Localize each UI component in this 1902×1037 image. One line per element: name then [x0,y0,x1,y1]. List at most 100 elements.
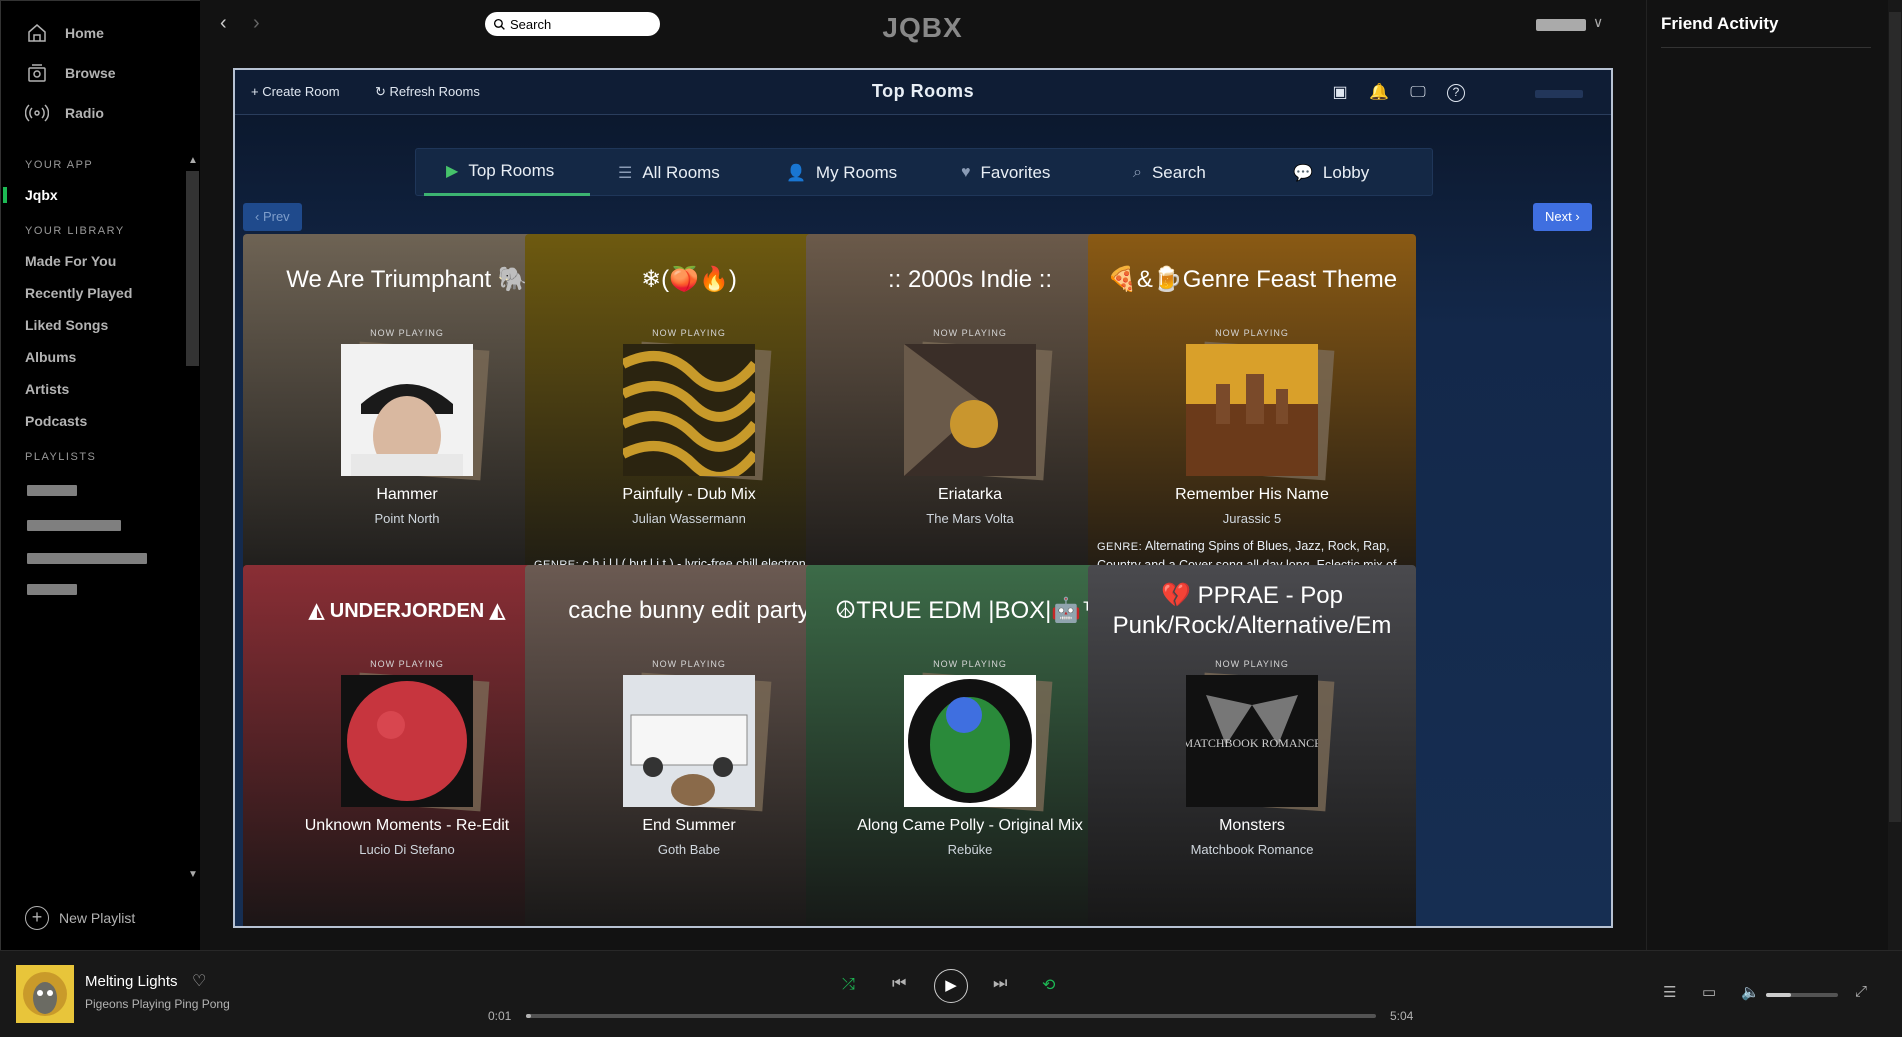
progress-fill [526,1014,532,1018]
now-playing-label: NOW PLAYING [370,659,444,669]
now-playing-label: NOW PLAYING [933,659,1007,669]
sidebar-scroll-thumb[interactable] [186,171,199,366]
now-playing-label: NOW PLAYING [933,328,1007,338]
sidebar-item-podcasts[interactable]: Podcasts [1,405,200,437]
prev-label: Prev [262,209,290,224]
now-playing-label: NOW PLAYING [652,328,726,338]
now-playing-label: NOW PLAYING [1215,328,1289,338]
nav-radio[interactable]: Radio [1,93,200,133]
volume-fill [1766,993,1792,997]
play-button[interactable]: ▶ [934,969,968,1003]
progress-bar[interactable] [526,1014,1376,1018]
song-title: Painfully - Dub Mix [622,486,756,503]
previous-track-icon[interactable]: ⏮ [892,975,906,993]
room-card[interactable]: ☮TRUE EDM |BOX|🤖™ NOW PLAYING Along Came P… [806,565,1134,926]
room-card[interactable]: We Are Triumphant 🐘 NOW PLAYING Hammer Poin… [243,234,571,620]
chevron-down-icon[interactable]: ∨ [1593,14,1603,31]
tab-favorites[interactable]: ♥ Favorites [961,149,1050,196]
volume-slider[interactable] [1766,993,1838,997]
sidebar-item-recently-played[interactable]: Recently Played [1,277,200,309]
album-art [623,344,755,476]
room-title[interactable]: 💔 PPRAE - Pop Punk/Rock/Alternative/Em [1088,581,1416,641]
room-title[interactable]: ◭ UNDERJORDEN ◭ [243,595,571,627]
sidebar-scrollbar[interactable]: ▲ ▼ [185,155,200,881]
room-title[interactable]: :: 2000s Indie :: [806,264,1134,296]
sidebar-item-liked-songs[interactable]: Liked Songs [1,309,200,341]
tab-all-rooms[interactable]: ☰ All Rooms [618,149,720,196]
song-artist: Goth Babe [657,842,721,857]
your-library-heading: YOUR LIBRARY [25,225,125,237]
monitor-icon[interactable]: 🖵 [1407,82,1429,104]
heart-icon[interactable]: ♡ [192,971,206,991]
tab-search[interactable]: ⌕ Search [1133,149,1206,196]
play-icon: ▶ [446,163,459,180]
song-title: Monsters [1219,817,1285,834]
friend-scrollbar[interactable] [1888,0,1902,950]
song-artist: Rebūke [947,842,993,857]
devices-icon[interactable]: ▭ [1702,983,1716,1001]
volume-icon[interactable]: 🔈 [1741,983,1760,1001]
now-playing-artist[interactable]: Pigeons Playing Ping Pong [85,997,230,1011]
tab-label: Lobby [1322,162,1370,182]
song-title: Unknown Moments - Re-Edit [304,817,510,834]
app-brand: JQBX [882,12,963,43]
friend-activity-panel: Friend Activity [1646,0,1902,950]
room-card[interactable]: 🍕&🍺Genre Feast Theme NOW PLAYING Remember … [1088,234,1416,620]
song-artist: Matchbook Romance [1190,842,1314,857]
album-art [341,675,473,807]
tab-lobby[interactable]: 💬 Lobby [1293,149,1369,196]
playlist-item[interactable] [27,553,147,564]
playlist-item[interactable] [27,520,121,531]
playlist-item[interactable] [27,485,77,496]
fullscreen-icon[interactable]: ⤢ [1855,983,1867,1000]
room-card[interactable]: ◭ UNDERJORDEN ◭ NOW PLAYING Unknown Moment… [243,565,571,926]
friend-scroll-thumb[interactable] [1889,12,1901,822]
room-card[interactable]: :: 2000s Indie :: NOW PLAYING Eriatarka The… [806,234,1134,620]
player-bar: Melting Lights ♡ Pigeons Playing Ping Po… [0,950,1902,1037]
next-track-icon[interactable]: ⏭ [993,975,1007,993]
user-name[interactable] [1536,19,1586,31]
room-title[interactable]: We Are Triumphant 🐘 [243,264,571,296]
your-app-heading: YOUR APP [25,159,94,171]
user-avatar[interactable] [1535,90,1583,98]
prev-button[interactable]: ‹ Prev [243,203,302,231]
tab-my-rooms[interactable]: 👤 My Rooms [786,149,897,196]
bell-icon[interactable]: 🔔 [1368,82,1390,104]
queue-icon[interactable]: ☰ [1663,983,1676,1001]
room-title[interactable]: 🍕&🍺Genre Feast Theme [1088,264,1416,296]
nav-home[interactable]: Home [1,13,200,53]
divider [1661,47,1871,48]
repeat-icon[interactable]: ⟲ [1042,975,1055,995]
song-artist: Point North [374,511,440,526]
search-icon: ⌕ [1133,163,1142,181]
sidebar-item-albums[interactable]: Albums [1,341,200,373]
room-card[interactable]: 💔 PPRAE - Pop Punk/Rock/Alternative/Em NO… [1088,565,1416,926]
shuffle-icon[interactable]: ⤮ [842,976,855,994]
contacts-icon[interactable]: ▣ [1329,82,1351,104]
room-card[interactable]: ❄(🍑🔥) NOW PLAYING Painfully - Dub Mix Julia… [525,234,853,620]
album-art: MATCHBOOK ROMANCE [1186,675,1318,807]
sidebar-item-jqbx[interactable]: Jqbx [1,179,200,211]
sidebar-item-made-for-you[interactable]: Made For You [1,245,200,277]
nav-browse[interactable]: Browse [1,53,200,93]
room-title[interactable]: ❄(🍑🔥) [525,264,853,296]
now-playing-cover[interactable] [16,965,74,1023]
sidebar: Home Browse Radio YOUR APP Jqbx YOUR LIB… [0,0,200,950]
scroll-up-icon[interactable]: ▲ [188,155,198,166]
room-title[interactable]: cache bunny edit party [525,595,853,627]
next-button[interactable]: Next › [1533,203,1592,231]
now-playing-title[interactable]: Melting Lights [85,973,178,990]
tab-label: My Rooms [815,162,898,182]
nav-browse-label: Browse [65,65,116,81]
scroll-down-icon[interactable]: ▼ [188,869,198,880]
jqbx-frame: + Create Room ↻ Refresh Rooms Top Rooms … [233,68,1613,928]
playlist-item[interactable] [27,584,77,595]
sidebar-item-artists[interactable]: Artists [1,373,200,405]
new-playlist-button[interactable]: + New Playlist [25,906,135,930]
plus-icon: + [25,906,49,930]
friend-activity-title: Friend Activity [1661,14,1779,33]
tab-top-rooms[interactable]: ▶ Top Rooms [424,149,590,196]
room-title[interactable]: ☮TRUE EDM |BOX|🤖™ [806,595,1134,627]
room-card[interactable]: cache bunny edit party NOW PLAYING End Sum… [525,565,853,926]
help-icon[interactable]: ? [1447,84,1465,102]
